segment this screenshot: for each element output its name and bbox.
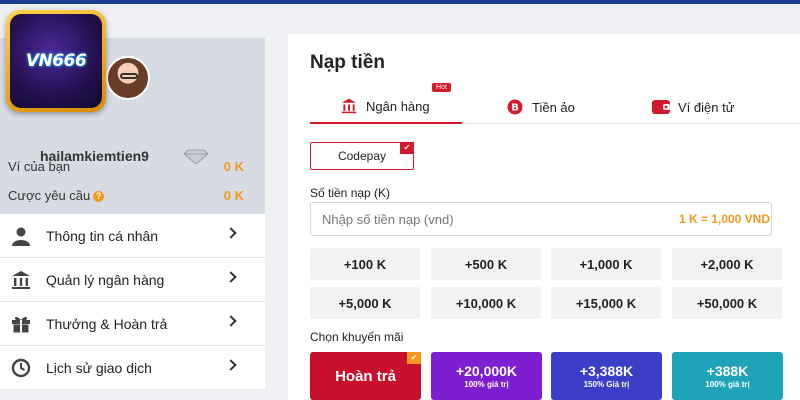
help-icon[interactable]: ?: [93, 191, 105, 202]
brand-logo[interactable]: VN666: [6, 10, 106, 112]
check-icon: ✔: [407, 352, 421, 364]
menu-item-label: Thông tin cá nhân: [46, 227, 159, 244]
promo-title: +3,388K: [579, 363, 634, 379]
gift-icon: [10, 313, 32, 335]
menu-item-transaction-history[interactable]: Lịch sử giao dịch: [0, 346, 265, 390]
menu-item-label: Thưởng & Hoàn trả: [46, 315, 168, 332]
svg-text:B: B: [511, 103, 519, 114]
tab-label: Ngân hàng: [366, 98, 430, 114]
promo-title: Hoàn trả: [335, 367, 396, 385]
avatar[interactable]: [106, 56, 150, 100]
tab-bank[interactable]: Ngân hàng Hot: [310, 83, 462, 124]
quick-amount-button[interactable]: +5,000 K: [310, 287, 420, 319]
bet-requirement-row: Cược yêu cầu? 0 K: [8, 188, 244, 203]
quick-amount-button[interactable]: +100 K: [310, 248, 420, 280]
tab-label: Tiền ảo: [532, 99, 575, 115]
quick-amount-button[interactable]: +50,000 K: [672, 287, 782, 319]
menu-item-label: Lịch sử giao dịch: [46, 359, 152, 376]
user-icon: [10, 225, 32, 247]
promo-option[interactable]: +20,000K 100% giá trị: [431, 352, 542, 400]
history-icon: [10, 357, 32, 379]
check-icon: ✔: [400, 142, 414, 154]
chevron-right-icon: [225, 315, 237, 327]
amount-label: Số tiền nạp (K): [310, 186, 391, 200]
chevron-right-icon: [225, 271, 237, 283]
bank-icon: [10, 269, 32, 291]
wallet-row: Ví của bạn 0 K: [8, 159, 244, 174]
account-sidebar: hailamkiemtien9 Ví của bạn 0 K Cược yêu …: [0, 4, 265, 400]
tab-label: Ví điện tử: [678, 99, 735, 115]
promo-subtitle: 100% giá trị: [705, 380, 750, 389]
quick-amount-button[interactable]: +2,000 K: [672, 248, 782, 280]
logo-inner: VN666: [10, 14, 102, 108]
chevron-right-icon: [225, 227, 237, 239]
promo-option-rebate[interactable]: Hoàn trả ✔: [310, 352, 421, 400]
menu-item-rewards-rebates[interactable]: Thưởng & Hoàn trả: [0, 302, 265, 346]
quick-amount-button[interactable]: +500 K: [431, 248, 541, 280]
promo-title: +388K: [706, 363, 749, 379]
tab-e-wallet[interactable]: Ví điện tử: [652, 90, 734, 124]
bitcoin-icon: B: [506, 99, 524, 115]
wallet-label: Ví của bạn: [8, 159, 71, 174]
logo-text: VN666: [25, 51, 87, 71]
deposit-panel: Nạp tiền Ngân hàng Hot B Tiền ảo Ví điện…: [288, 34, 800, 400]
tab-crypto[interactable]: B Tiền ảo: [506, 90, 575, 124]
quick-amount-button[interactable]: +15,000 K: [551, 287, 661, 319]
hot-badge: Hot: [432, 83, 451, 92]
exchange-rate: 1 K = 1,000 VND: [678, 212, 770, 226]
codepay-label: Codepay: [337, 149, 387, 163]
wallet-value: 0 K: [223, 159, 244, 174]
avatar-glasses: [120, 73, 138, 79]
bet-requirement-label: Cược yêu cầu: [8, 188, 91, 203]
promo-label: Chọn khuyến mãi: [310, 330, 404, 344]
promo-subtitle: 150% Giá trị: [583, 380, 630, 389]
bet-requirement-value: 0 K: [223, 188, 244, 203]
menu-item-personal-info[interactable]: Thông tin cá nhân: [0, 214, 265, 258]
chevron-right-icon: [225, 359, 237, 371]
page-title: Nạp tiền: [310, 52, 385, 73]
codepay-option[interactable]: Codepay ✔: [310, 142, 414, 170]
promo-option[interactable]: +3,388K 150% Giá trị: [551, 352, 662, 400]
account-menu: Thông tin cá nhân Quản lý ngân hàng Thưở…: [0, 214, 265, 390]
bank-icon: [340, 98, 358, 114]
menu-item-bank-management[interactable]: Quản lý ngân hàng: [0, 258, 265, 302]
promo-subtitle: 100% giá trị: [464, 380, 509, 389]
quick-amount-button[interactable]: +1,000 K: [551, 248, 661, 280]
menu-item-label: Quản lý ngân hàng: [46, 271, 165, 288]
promo-title: +20,000K: [455, 363, 518, 379]
deposit-method-tabs: Ngân hàng Hot B Tiền ảo Ví điện tử: [310, 83, 800, 124]
e-wallet-icon: [652, 99, 670, 115]
promo-option[interactable]: +388K 100% giá trị: [672, 352, 783, 400]
quick-amount-button[interactable]: +10,000 K: [431, 287, 541, 319]
